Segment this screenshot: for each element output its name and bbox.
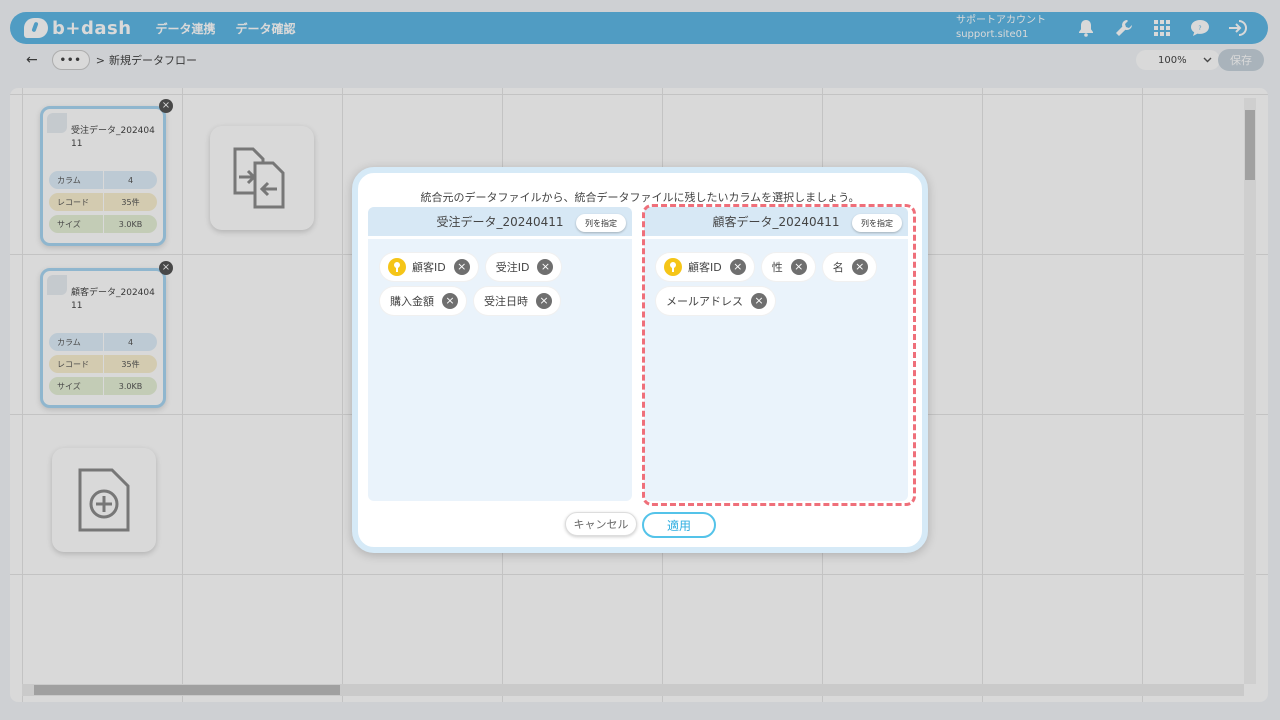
column-chip[interactable]: 受注ID × — [485, 253, 562, 281]
column-name: 受注ID — [495, 261, 530, 274]
dialog-message: 統合元のデータファイルから、統合データファイルに残したいカラムを選択しましょう。 — [420, 191, 860, 204]
specify-columns-button[interactable]: 列を指定 — [576, 214, 626, 232]
column-name: 購入金額 — [390, 295, 434, 308]
column-chip[interactable]: 購入金額 × — [380, 287, 466, 315]
column-list: 顧客ID × 受注ID × 購入金額 × 受注日時 × — [368, 239, 632, 321]
cancel-button[interactable]: キャンセル — [565, 512, 637, 536]
key-icon — [388, 258, 406, 276]
panel-title: 受注データ_20240411 — [436, 215, 564, 229]
remove-icon[interactable]: × — [537, 259, 554, 275]
column-chip[interactable]: 顧客ID × — [380, 253, 478, 281]
remove-icon[interactable]: × — [536, 293, 552, 309]
column-name: 受注日時 — [484, 295, 528, 308]
source-panel-orders: 受注データ_20240411 列を指定 顧客ID × 受注ID × 購入金額 ×… — [368, 207, 632, 501]
highlight-frame — [642, 204, 916, 506]
remove-icon[interactable]: × — [442, 293, 458, 309]
remove-icon[interactable]: × — [453, 259, 470, 275]
panel-header: 受注データ_20240411 列を指定 — [368, 207, 632, 239]
column-chip[interactable]: 受注日時 × — [474, 287, 560, 315]
column-name: 顧客ID — [412, 261, 446, 274]
column-select-dialog: 統合元のデータファイルから、統合データファイルに残したいカラムを選択しましょう。… — [352, 167, 928, 553]
apply-button[interactable]: 適用 — [642, 512, 716, 538]
